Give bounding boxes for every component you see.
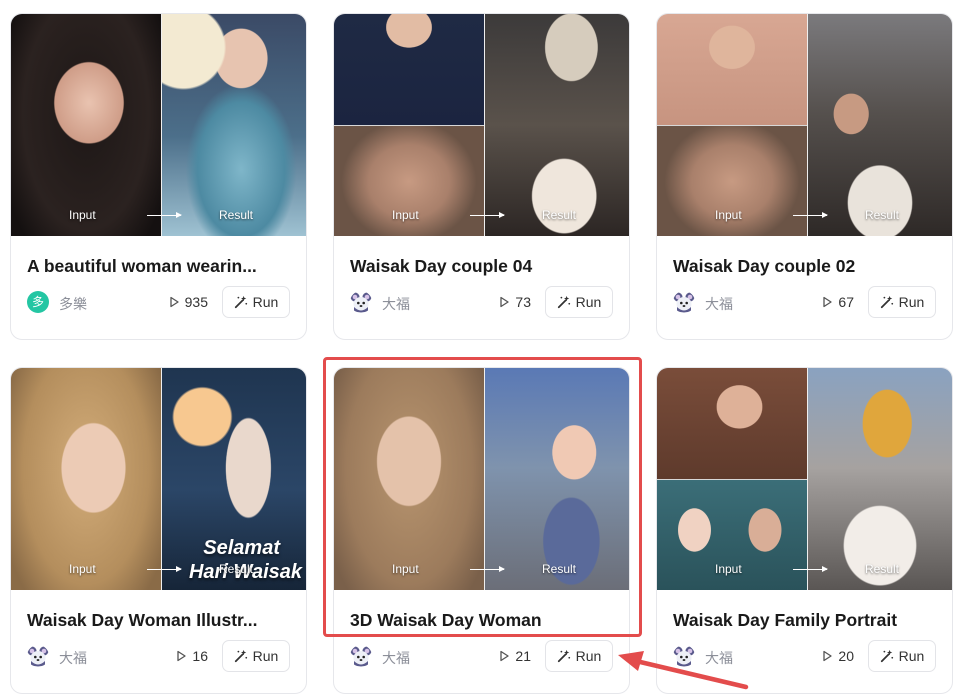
run-button-label: Run xyxy=(575,648,602,664)
template-card-5[interactable]: Input Result 3D Waisak Day Woman 大福 21 R… xyxy=(333,367,630,694)
run-button-label: Run xyxy=(898,294,925,310)
run-count: 73 xyxy=(498,294,531,310)
run-button-label: Run xyxy=(575,294,602,310)
author-name[interactable]: 大福 xyxy=(382,294,410,314)
mouse-avatar-icon[interactable] xyxy=(27,645,49,667)
play-icon xyxy=(498,650,510,662)
play-icon xyxy=(821,296,833,308)
result-fantasy-woman xyxy=(162,14,306,236)
input-portrait-woman xyxy=(657,368,807,479)
run-count-value: 16 xyxy=(192,648,208,664)
run-count-value: 21 xyxy=(515,648,531,664)
card-thumbnail[interactable]: Input Result xyxy=(657,14,952,236)
template-card-1[interactable]: Input Result A beautiful woman wearin...… xyxy=(10,13,307,340)
arrow-icon xyxy=(470,566,505,572)
card-thumbnail[interactable]: Input Result xyxy=(11,14,306,236)
run-button-label: Run xyxy=(898,648,925,664)
template-card-6[interactable]: Input Result Waisak Day Family Portrait … xyxy=(656,367,953,694)
card-title[interactable]: Waisak Day couple 04 xyxy=(350,256,618,277)
card-title[interactable]: Waisak Day Family Portrait xyxy=(673,610,941,631)
arrow-icon xyxy=(793,212,828,218)
run-count: 935 xyxy=(168,294,208,310)
play-icon xyxy=(168,296,180,308)
play-icon xyxy=(175,650,187,662)
template-card-3[interactable]: Input Result Waisak Day couple 02 大福 67 … xyxy=(656,13,953,340)
run-button[interactable]: Run xyxy=(868,640,936,672)
result-3d-woman-temple xyxy=(485,368,629,590)
run-count: 21 xyxy=(498,648,531,664)
result-label: Result xyxy=(219,208,254,222)
overlay-text-line1: Selamat xyxy=(203,537,280,559)
run-button-label: Run xyxy=(252,648,279,664)
card-title[interactable]: A beautiful woman wearin... xyxy=(27,256,295,277)
input-label: Input xyxy=(69,208,96,222)
arrow-icon xyxy=(147,566,182,572)
run-count-value: 73 xyxy=(515,294,531,310)
result-label: Result xyxy=(865,562,900,576)
mouse-avatar-icon[interactable] xyxy=(350,291,372,313)
play-icon xyxy=(821,650,833,662)
run-button[interactable]: Run xyxy=(545,640,613,672)
template-card-2[interactable]: Input Result Waisak Day couple 04 大福 73 … xyxy=(333,13,630,340)
result-label: Result xyxy=(219,562,254,576)
magic-wand-icon xyxy=(557,295,571,309)
run-button[interactable]: Run xyxy=(868,286,936,318)
arrow-icon xyxy=(793,566,828,572)
result-couple-buddha xyxy=(485,14,629,236)
card-thumbnail[interactable]: Input Result xyxy=(334,368,629,590)
card-thumbnail[interactable]: Selamat Hari Waisak Input Result xyxy=(11,368,306,590)
run-count-value: 935 xyxy=(184,294,208,310)
result-label: Result xyxy=(542,562,577,576)
card-title[interactable]: Waisak Day Woman Illustr... xyxy=(27,610,295,631)
card-title[interactable]: Waisak Day couple 02 xyxy=(673,256,941,277)
magic-wand-icon xyxy=(557,649,571,663)
magic-wand-icon xyxy=(234,295,248,309)
magic-wand-icon xyxy=(880,295,894,309)
result-family-buddha xyxy=(808,368,952,590)
arrow-icon xyxy=(470,212,505,218)
run-button[interactable]: Run xyxy=(222,286,290,318)
arrow-icon xyxy=(147,212,182,218)
magic-wand-icon xyxy=(880,649,894,663)
mouse-avatar-icon[interactable] xyxy=(350,645,372,667)
author-name[interactable]: 大福 xyxy=(59,648,87,668)
input-label: Input xyxy=(715,208,742,222)
red-annotation-arrow xyxy=(618,651,749,690)
author-name[interactable]: 大福 xyxy=(705,294,733,314)
input-label: Input xyxy=(715,562,742,576)
result-label: Result xyxy=(865,208,900,222)
template-card-4[interactable]: Selamat Hari Waisak Input Result Waisak … xyxy=(10,367,307,694)
input-label: Input xyxy=(392,208,419,222)
run-count-value: 67 xyxy=(838,294,854,310)
card-thumbnail[interactable]: Input Result xyxy=(657,368,952,590)
card-title[interactable]: 3D Waisak Day Woman xyxy=(350,610,618,631)
author-name[interactable]: 大福 xyxy=(382,648,410,668)
run-button-label: Run xyxy=(252,294,279,310)
run-button[interactable]: Run xyxy=(222,640,290,672)
result-label: Result xyxy=(542,208,577,222)
run-count: 20 xyxy=(821,648,854,664)
run-count: 16 xyxy=(175,648,208,664)
card-thumbnail[interactable]: Input Result xyxy=(334,14,629,236)
input-portrait-woman xyxy=(11,14,161,236)
input-portrait-woman xyxy=(334,368,484,590)
run-count-value: 20 xyxy=(838,648,854,664)
input-portrait-man-suit xyxy=(334,14,484,125)
mouse-avatar-icon[interactable] xyxy=(673,291,695,313)
input-label: Input xyxy=(392,562,419,576)
author-name[interactable]: 多樂 xyxy=(59,294,87,314)
input-label: Input xyxy=(69,562,96,576)
magic-wand-icon xyxy=(234,649,248,663)
play-icon xyxy=(498,296,510,308)
run-count: 67 xyxy=(821,294,854,310)
run-button[interactable]: Run xyxy=(545,286,613,318)
input-portrait-blonde-woman xyxy=(11,368,161,590)
input-portrait-man xyxy=(657,14,807,125)
author-avatar[interactable]: 多 xyxy=(27,291,49,313)
result-couple-temple xyxy=(808,14,952,236)
